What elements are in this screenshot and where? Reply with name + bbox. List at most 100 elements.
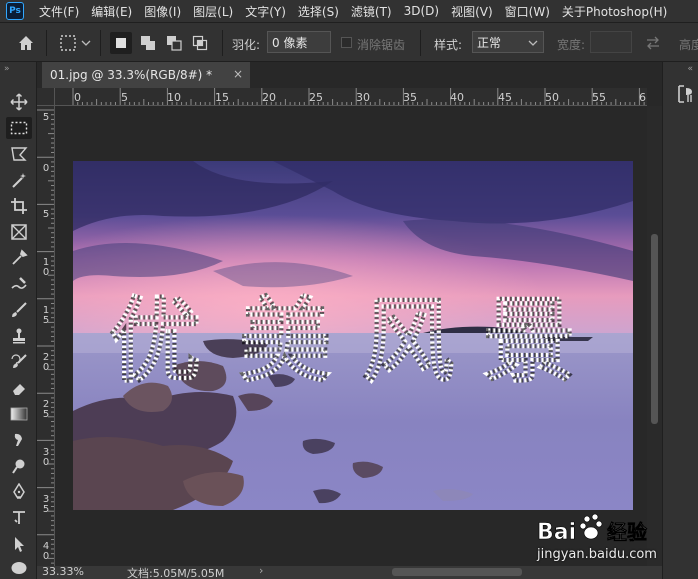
menu-type[interactable]: 文字(Y) [239, 3, 292, 20]
style-select[interactable]: 正常 [472, 31, 544, 53]
rect-marquee-preset-icon[interactable] [58, 33, 92, 53]
ruler-label: 50 [545, 91, 559, 104]
rect-marquee-icon [10, 121, 28, 135]
smudge-icon [14, 433, 22, 446]
subtract-selection-button[interactable] [163, 32, 185, 54]
photoshop-logo: Ps [6, 2, 24, 20]
type-tool[interactable] [6, 507, 32, 529]
document-tab-bar: 01.jpg @ 33.3%(RGB/8#) * × [37, 62, 662, 88]
move-tool[interactable] [6, 91, 32, 113]
menu-layer[interactable]: 图层(L) [187, 3, 239, 20]
lasso-tool[interactable] [6, 143, 32, 165]
frame-tool[interactable] [6, 221, 32, 243]
history-brush-icon [11, 354, 27, 368]
feather-label: 羽化: [232, 38, 261, 52]
status-menu-arrow[interactable]: › [259, 564, 263, 577]
antialias-checkbox[interactable] [341, 37, 352, 48]
eraser-tool[interactable] [6, 377, 32, 399]
paragraph-panel-icon[interactable] [676, 84, 694, 104]
divider [222, 30, 223, 56]
ruler-label: 1 5 [42, 305, 50, 326]
horizontal-scrollbar-thumb[interactable] [392, 568, 522, 576]
close-icon[interactable]: × [233, 67, 243, 81]
add-selection-icon [141, 36, 155, 50]
home-icon[interactable] [16, 33, 36, 53]
subtract-selection-icon [167, 36, 182, 51]
crop-icon [11, 198, 27, 214]
ruler-label: 0 [74, 91, 81, 104]
landscape-photo: 优 美 风 景 优 美 风 景 [73, 161, 633, 510]
arrow-cursor-icon [15, 537, 24, 552]
chevron-down-icon [528, 40, 538, 46]
ruler-label: 5 [42, 112, 50, 123]
menu-help[interactable]: 关于Photoshop(H) [556, 3, 673, 20]
menu-window[interactable]: 窗口(W) [499, 3, 556, 20]
width-label: 宽度: [557, 38, 586, 52]
vertical-ruler[interactable]: 5 0 5 1 0 1 5 2 0 2 5 3 0 3 5 4 0 [37, 106, 55, 566]
ruler-label: 15 [215, 91, 229, 104]
polygon-lasso-icon [11, 147, 28, 161]
history-brush-tool[interactable] [6, 351, 32, 373]
document-tab[interactable]: 01.jpg @ 33.3%(RGB/8#) * × [42, 62, 250, 88]
scrollbar-thumb[interactable] [651, 234, 658, 424]
dodge-tool[interactable] [6, 455, 32, 477]
menu-file[interactable]: 文件(F) [33, 3, 85, 20]
options-bar: 羽化: 0 像素 消除锯齿 样式: 正常 宽度: 高度 [0, 22, 698, 62]
new-selection-button[interactable] [110, 32, 132, 54]
eraser-icon [13, 384, 25, 395]
move-icon [10, 93, 28, 111]
ruler-label: 40 [450, 91, 464, 104]
menu-image[interactable]: 图像(I) [138, 3, 187, 20]
blur-tool[interactable] [6, 429, 32, 451]
ruler-label: 35 [403, 91, 417, 104]
crop-tool[interactable] [6, 195, 32, 217]
ellipse-tool[interactable] [6, 557, 32, 579]
add-selection-button[interactable] [137, 32, 159, 54]
ruler-origin[interactable] [37, 88, 55, 106]
baidu-jingyan-watermark: Bai 经验 [537, 513, 647, 545]
feather-input[interactable]: 0 像素 [267, 31, 331, 53]
ruler-label: 10 [167, 91, 181, 104]
vertical-type-icon [13, 511, 25, 524]
antialias-label: 消除锯齿 [357, 38, 406, 52]
menu-view[interactable]: 视图(V) [445, 3, 499, 20]
ruler-label: 25 [309, 91, 323, 104]
zoom-level[interactable]: 33.33% [42, 565, 84, 578]
height-label: 高度 [679, 38, 698, 52]
ruler-label: 5 [121, 91, 128, 104]
healing-brush-icon [11, 277, 27, 289]
menu-3d[interactable]: 3D(D) [398, 4, 445, 18]
horizontal-ruler[interactable]: 0 5 10 15 20 25 30 35 40 45 50 55 6 [55, 88, 647, 106]
style-label: 样式: [434, 38, 463, 52]
collapse-panel-icon[interactable]: « [687, 64, 692, 74]
menu-edit[interactable]: 编辑(E) [85, 3, 138, 20]
intersect-selection-button[interactable] [189, 32, 211, 54]
width-input[interactable] [590, 31, 632, 53]
clone-stamp-tool[interactable] [6, 325, 32, 347]
path-selection-tool[interactable] [6, 533, 32, 555]
pen-tool[interactable] [6, 481, 32, 503]
menu-bar: Ps 文件(F) 编辑(E) 图像(I) 图层(L) 文字(Y) 选择(S) 滤… [0, 0, 698, 22]
menu-filter[interactable]: 滤镜(T) [345, 3, 398, 20]
style-select-value: 正常 [477, 36, 502, 50]
brush-tool[interactable] [6, 299, 32, 321]
intersect-selection-icon [192, 35, 208, 51]
ruler-label: 30 [356, 91, 370, 104]
menu-select[interactable]: 选择(S) [292, 3, 345, 20]
eyedropper-tool[interactable] [6, 247, 32, 269]
magic-wand-tool[interactable] [6, 169, 32, 191]
tools-panel: » [0, 62, 37, 579]
collapse-panel-icon[interactable]: » [4, 64, 9, 74]
rect-marquee-tool[interactable] [6, 117, 32, 139]
right-panel-strip: « [662, 62, 698, 579]
ruler-label: 3 0 [42, 447, 50, 468]
healing-brush-tool[interactable] [6, 273, 32, 295]
gradient-tool[interactable] [6, 403, 32, 425]
magic-wand-icon [12, 173, 26, 188]
document-image[interactable]: 优 美 风 景 优 美 风 景 [73, 161, 633, 510]
gradient-icon [10, 407, 28, 421]
ruler-label: 4 0 [42, 541, 50, 562]
vertical-scrollbar[interactable] [647, 106, 662, 566]
selection-glyph-shadow: 风 [362, 288, 454, 395]
swap-icon[interactable] [645, 35, 661, 51]
